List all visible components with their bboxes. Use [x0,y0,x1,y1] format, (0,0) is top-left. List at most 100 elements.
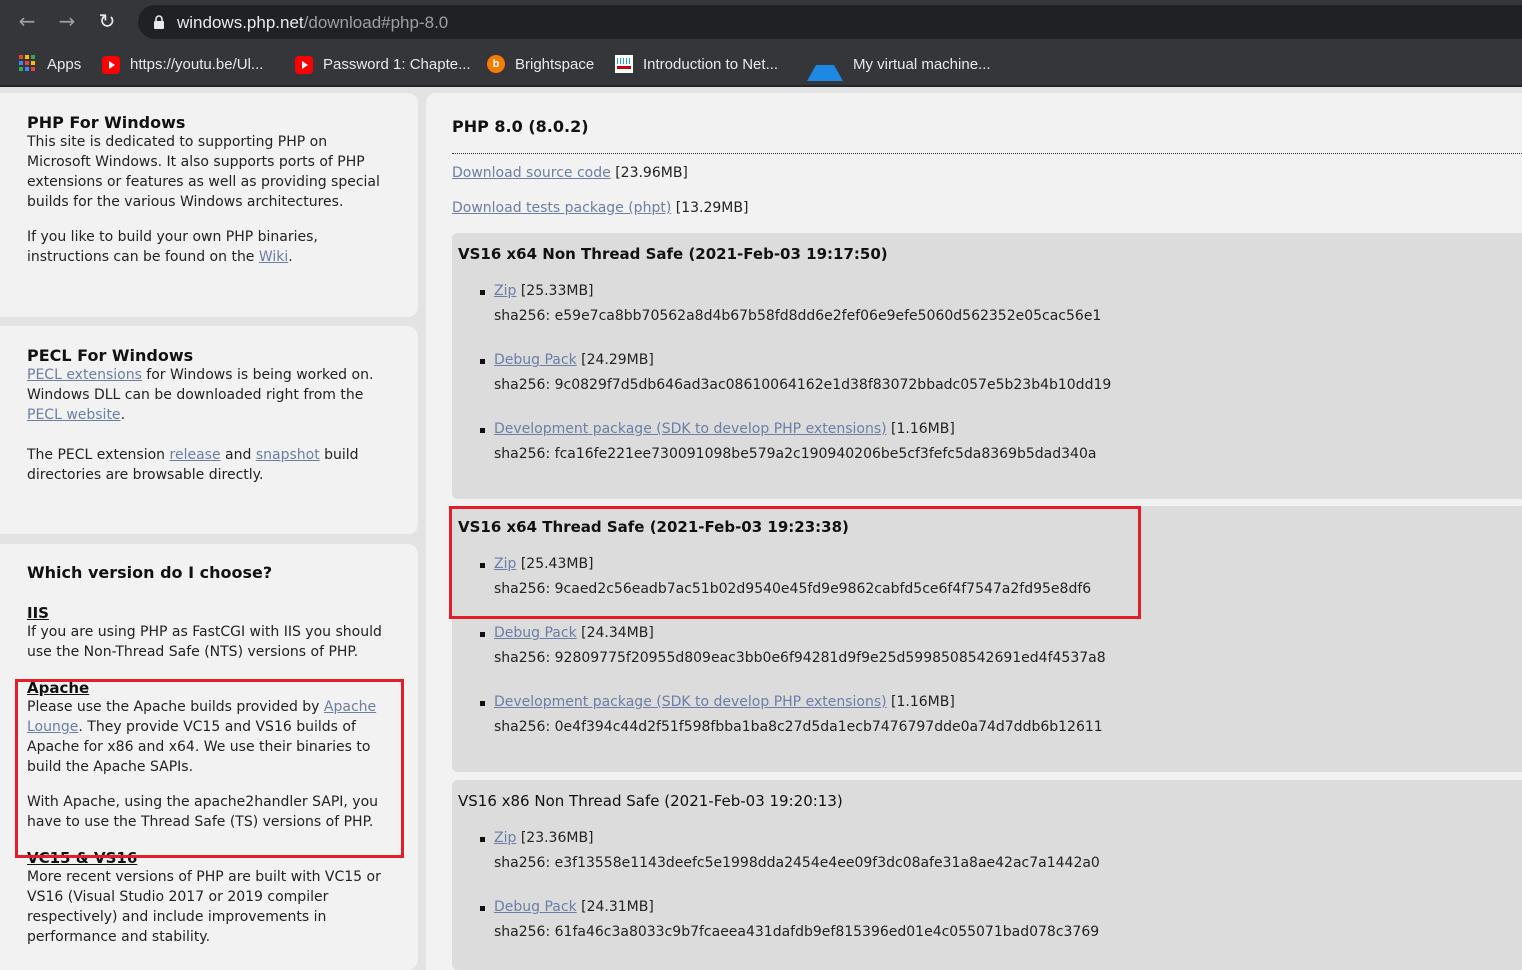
build-item: Zip [23.36MB] sha256: e3f13558e1143deefc5… [480,830,1100,871]
bullet [480,632,485,637]
sha256-hash: sha256: 9c0829f7d5db646ad3ac08610064162e… [494,377,1112,393]
sha256-hash: sha256: 0e4f394c44d2f51f598fbba1ba8c27d5… [494,719,1103,735]
sha256-hash: sha256: 61fa46c3a8033c9b7fcaeea431dafdb9… [494,924,1100,940]
zip-link[interactable]: Zip [494,283,516,299]
download-source-link[interactable]: Download source code [452,165,611,181]
bookmark-label: My virtual machine... [853,55,991,73]
bookmark-label: Introduction to Net... [643,55,779,73]
file-size: [1.16MB] [886,421,955,437]
pecl-website-link[interactable]: PECL website [27,407,121,423]
build-item: Debug Pack [24.34MB] sha256: 92809775f209… [480,625,1106,666]
debug-pack-link[interactable]: Debug Pack [494,352,577,368]
tests-size: [13.29MB] [671,200,749,216]
bookmark-password-chapter[interactable]: Password 1: Chapte... [295,52,471,76]
php-8-download-section: PHP 8.0 (8.0.2) Download source code [23… [426,93,1522,970]
tests-package-download: Download tests package (phpt) [13.29MB] [452,200,748,216]
sha256-hash: sha256: fca16fe221ee730091098be579a2c190… [494,446,1097,462]
bullet [480,428,485,433]
divider [452,153,1522,154]
build-item: Zip [25.43MB] sha256: 9caed2c56eadb7ac51b… [480,556,1091,597]
sha256-hash: sha256: e3f13558e1143deefc5e1998dda2454e… [494,855,1100,871]
vc15-vs16-heading: VC15 & VS16 [27,849,138,867]
file-size: [24.29MB] [576,352,654,368]
snapshot-link[interactable]: snapshot [256,447,320,463]
bullet [480,701,485,706]
bookmark-label: Apps [47,55,82,73]
file-size: [1.16MB] [886,694,955,710]
php-for-windows-card: PHP For Windows This site is dedicated t… [0,93,418,317]
debug-pack-link[interactable]: Debug Pack [494,899,577,915]
build-title: VS16 x64 Non Thread Safe (2021-Feb-03 19… [458,245,888,263]
bookmark-brightspace[interactable]: b Brightspace [487,52,594,76]
build-instructions-text: If you like to build your own PHP binari… [27,229,318,265]
build-item: Zip [25.33MB] sha256: e59e7ca8bb70562a8d4… [480,283,1102,324]
url-text: windows.php.net/download#php-8.0 [177,13,449,32]
forward-arrow-icon[interactable]: → [54,8,80,34]
apache-text: Please use the Apache builds provided by… [27,699,377,775]
which-version-card: Which version do I choose? IIS If you ar… [0,544,418,970]
dev-package-link[interactable]: Development package (SDK to develop PHP … [494,694,887,710]
brightspace-icon: b [487,55,505,73]
bookmark-label: https://youtu.be/Ul... [130,55,264,73]
build-item: Debug Pack [24.29MB] sha256: 9c0829f7d5db… [480,352,1112,393]
dev-package-link[interactable]: Development package (SDK to develop PHP … [494,421,887,437]
sha256-hash: sha256: e59e7ca8bb70562a8d4b67b58fd8dd6e… [494,308,1102,324]
vc15-vs16-text: More recent versions of PHP are built wi… [27,869,381,945]
browser-toolbar: ← → ↻ windows.php.net/download#php-8.0 [0,0,1522,43]
azure-icon [807,47,843,81]
file-size: [25.33MB] [516,283,594,299]
bullet [480,837,485,842]
bullet [480,563,485,568]
php-for-windows-intro: This site is dedicated to supporting PHP… [27,134,380,210]
build-item: Debug Pack [24.31MB] sha256: 61fa46c3a803… [480,899,1100,940]
apps-grid-icon [19,55,37,73]
php-version-title: PHP 8.0 (8.0.2) [452,117,589,136]
release-link[interactable]: release [170,447,221,463]
zip-link[interactable]: Zip [494,830,516,846]
file-size: [23.36MB] [516,830,594,846]
iis-heading: IIS [27,604,49,622]
bullet [480,359,485,364]
bookmark-intro-networks[interactable]: Introduction to Net... [615,52,778,76]
youtube-icon [102,56,120,74]
build-block-x64-ts: VS16 x64 Thread Safe (2021-Feb-03 19:23:… [452,506,1522,772]
apache-heading: Apache [27,679,90,697]
build-block-x86-nts: VS16 x86 Non Thread Safe (2021-Feb-03 19… [452,780,1522,970]
pecl-for-windows-card: PECL For Windows PECL extensions for Win… [0,326,418,534]
file-size: [25.43MB] [516,556,594,572]
pecl-directories-text: The PECL extension release and snapshot … [27,447,359,483]
source-size: [23.96MB] [610,165,688,181]
bookmark-label: Brightspace [515,55,595,73]
download-tests-link[interactable]: Download tests package (phpt) [452,200,671,216]
pecl-title: PECL For Windows [27,346,194,365]
pecl-extensions-link[interactable]: PECL extensions [27,367,142,383]
bookmark-label: Password 1: Chapte... [323,55,471,73]
php-for-windows-title: PHP For Windows [27,113,186,132]
cisco-icon [615,55,633,73]
build-item: Development package (SDK to develop PHP … [480,421,1097,462]
bookmarks-bar: Apps https://youtu.be/Ul... Password 1: … [0,43,1522,87]
build-title: VS16 x64 Thread Safe (2021-Feb-03 19:23:… [458,518,849,536]
wiki-link[interactable]: Wiki [259,249,288,265]
page-content: PHP For Windows This site is dedicated t… [0,87,1522,970]
sha256-hash: sha256: 92809775f20955d809eac3bb0e6f9428… [494,650,1106,666]
pecl-intro: PECL extensions for Windows is being wor… [27,367,374,423]
which-version-title: Which version do I choose? [27,563,273,582]
apache-thread-safe-text: With Apache, using the apache2handler SA… [27,794,379,830]
build-item: Development package (SDK to develop PHP … [480,694,1103,735]
bookmark-virtual-machine[interactable]: My virtual machine... [807,52,991,81]
back-arrow-icon[interactable]: ← [14,8,40,34]
iis-text: If you are using PHP as FastCGI with IIS… [27,624,382,660]
debug-pack-link[interactable]: Debug Pack [494,625,577,641]
bookmark-youtube-link[interactable]: https://youtu.be/Ul... [102,52,263,76]
file-size: [24.31MB] [576,899,654,915]
build-title: VS16 x86 Non Thread Safe (2021-Feb-03 19… [458,792,843,810]
file-size: [24.34MB] [576,625,654,641]
source-code-download: Download source code [23.96MB] [452,165,688,181]
bullet [480,290,485,295]
bookmark-apps[interactable]: Apps [19,52,81,76]
address-bar[interactable]: windows.php.net/download#php-8.0 [138,5,1522,39]
reload-icon[interactable]: ↻ [94,8,120,34]
zip-link[interactable]: Zip [494,556,516,572]
youtube-icon [295,56,313,74]
